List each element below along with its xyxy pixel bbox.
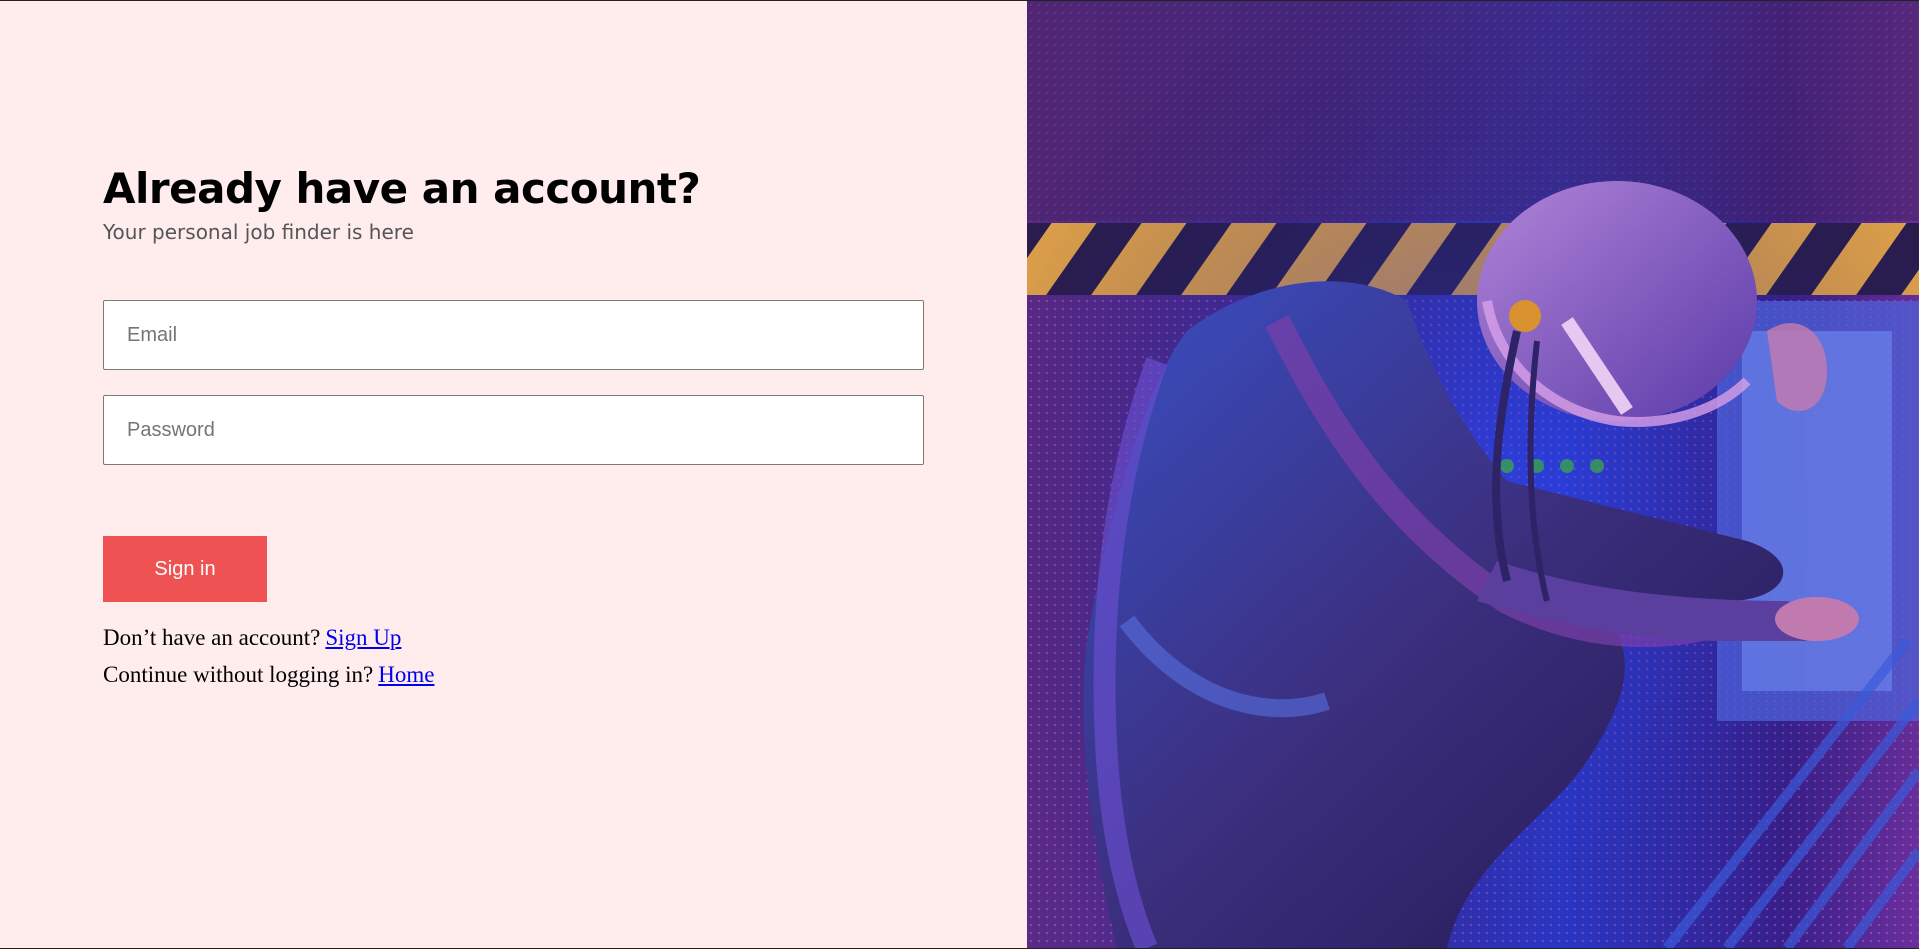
signup-prompt: Don’t have an account? [103, 625, 321, 650]
auth-links: Don’t have an account? Sign Up Continue w… [103, 619, 924, 693]
home-link[interactable]: Home [378, 662, 434, 687]
page-title: Already have an account? [103, 164, 701, 213]
email-field[interactable] [103, 300, 924, 370]
login-panel: Already have an account? Your personal j… [0, 1, 1027, 948]
guest-prompt: Continue without logging in? [103, 662, 374, 687]
page-subtitle: Your personal job finder is here [103, 220, 414, 244]
signup-row: Don’t have an account? Sign Up [103, 619, 924, 656]
login-form: Already have an account? Your personal j… [103, 161, 924, 693]
guest-row: Continue without logging in? Home [103, 656, 924, 693]
astronaut-photo [1027, 1, 1919, 948]
sign-in-button[interactable]: Sign in [103, 536, 267, 602]
password-field[interactable] [103, 395, 924, 465]
sign-up-link[interactable]: Sign Up [325, 625, 401, 650]
hero-image [1027, 1, 1919, 948]
login-page: Already have an account? Your personal j… [0, 0, 1919, 949]
